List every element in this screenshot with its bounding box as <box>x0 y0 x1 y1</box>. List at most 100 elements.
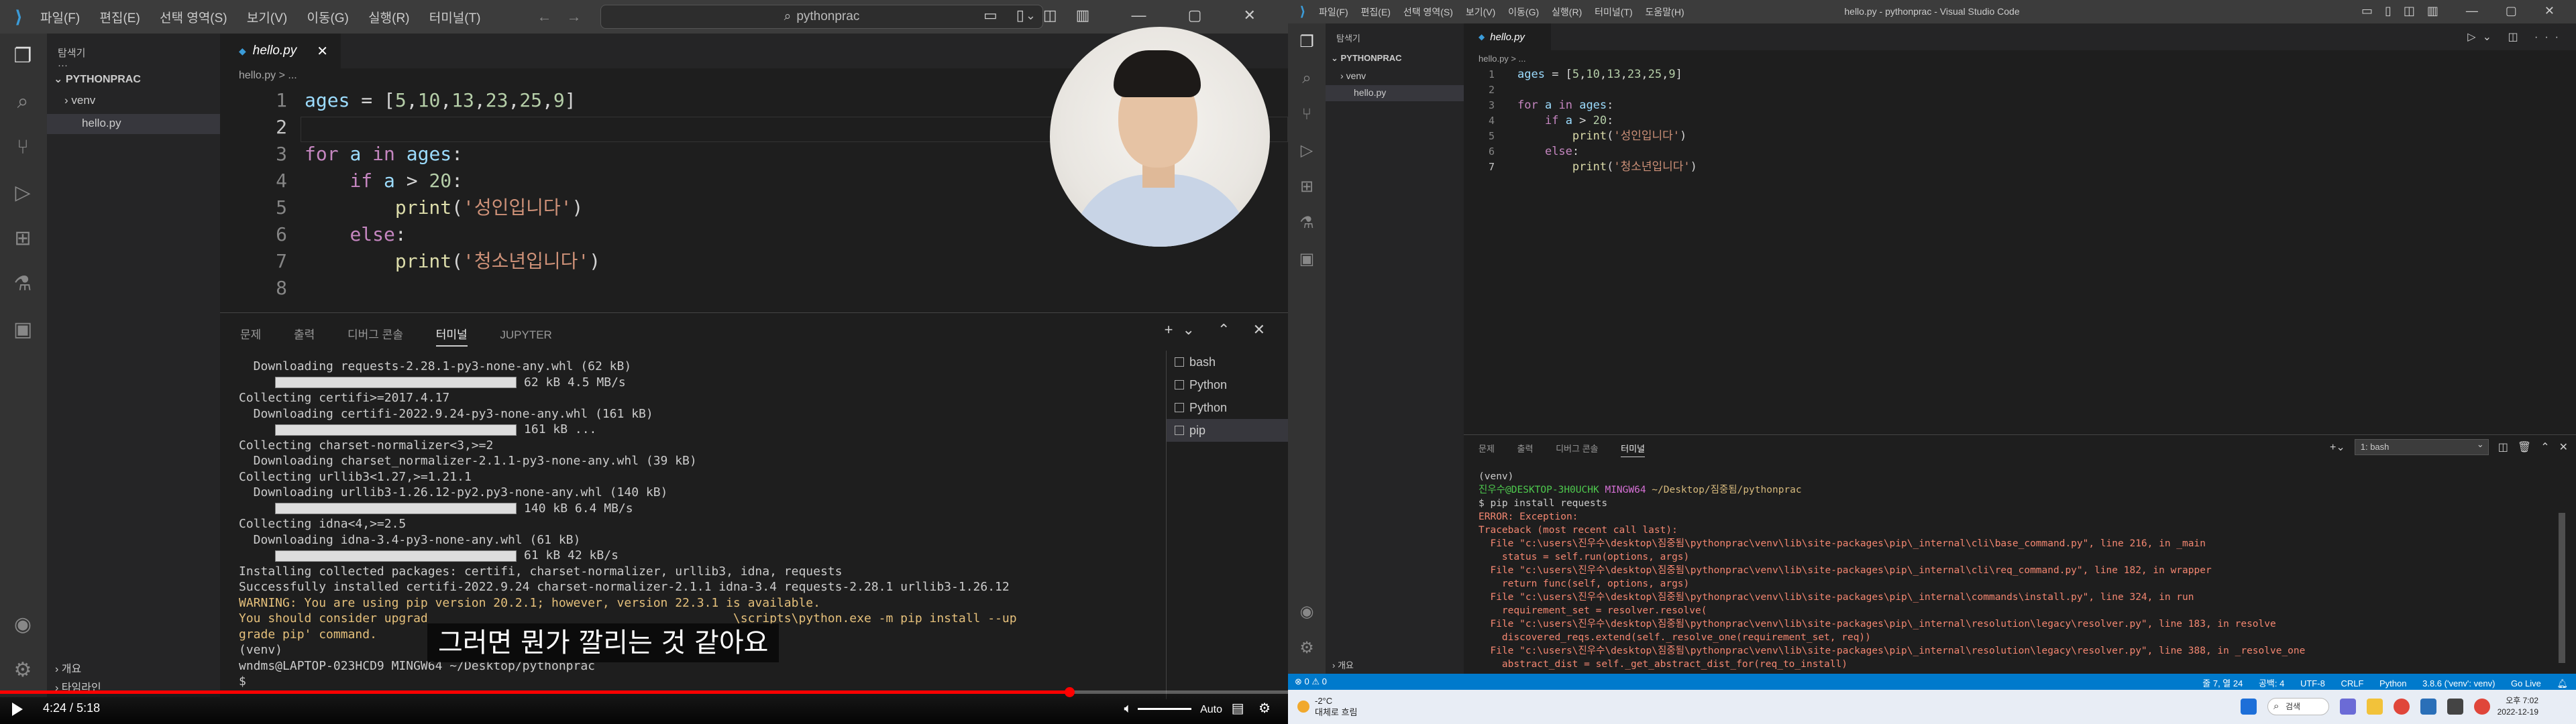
tab-jupyter[interactable]: JUPYTER <box>500 328 551 341</box>
menu-item-go[interactable]: 이동(G) <box>307 11 348 25</box>
problems-count[interactable]: ⊗ 0 ⚠ 0 <box>1295 676 1327 687</box>
file-explorer-icon[interactable] <box>2367 699 2383 715</box>
menu-item-view[interactable]: 보기(V) <box>1466 7 1495 17</box>
line-ending[interactable]: CRLF <box>2341 678 2363 688</box>
app-icon[interactable] <box>2447 699 2463 715</box>
terminal-item-bash[interactable]: bash <box>1167 351 1288 373</box>
weather-widget[interactable]: -2°C 대체로 흐림 <box>1297 695 1357 718</box>
remote-explorer-icon[interactable]: ▣ <box>1295 247 1319 272</box>
source-control-icon[interactable]: ⑂ <box>9 134 36 161</box>
terminal-scrollbar[interactable] <box>2559 513 2565 663</box>
play-icon[interactable] <box>12 703 23 716</box>
cursor-position[interactable]: 줄 7, 열 24 <box>2202 678 2243 688</box>
taskbar-search[interactable]: 검색 <box>2267 698 2329 715</box>
gear-icon[interactable]: ⚙ <box>1295 636 1319 660</box>
menu-item-terminal[interactable]: 터미널(T) <box>429 11 481 25</box>
tab-output[interactable]: 출력 <box>294 328 315 341</box>
tab-hello-py[interactable]: ◆ hello.py <box>1464 23 1551 50</box>
close-icon[interactable]: ✕ <box>317 43 328 60</box>
panel-controls[interactable]: +⌄ ⌃ ✕ <box>1165 321 1275 339</box>
nav-arrows-icon[interactable]: ←→ <box>537 8 596 25</box>
subtitles-icon[interactable]: ▤ <box>1232 701 1250 716</box>
indentation[interactable]: 공백: 4 <box>2259 678 2284 688</box>
volume-slider[interactable] <box>1137 708 1191 711</box>
taskbar-clock[interactable]: 오후 7:02 2022-12-19 <box>2498 695 2538 718</box>
window-controls[interactable]: ▭▯◫▥ — ▢ ✕ <box>983 7 1275 24</box>
menu-item-run[interactable]: 실행(R) <box>1552 7 1582 17</box>
remote-explorer-icon[interactable]: ▣ <box>9 316 36 343</box>
chrome-icon-2[interactable] <box>2474 699 2490 715</box>
split-terminal-icon[interactable]: ◫ <box>2498 440 2508 454</box>
project-folder[interactable]: ⌄ PYTHONPRAC <box>54 72 141 86</box>
extensions-icon[interactable]: ⊞ <box>9 225 36 252</box>
menu-item-go[interactable]: 이동(G) <box>1508 7 1539 17</box>
menu-item-edit[interactable]: 편집(E) <box>1361 7 1391 17</box>
terminal-item-pip[interactable]: pip <box>1167 419 1288 442</box>
menu-item-help[interactable]: 도움말(H) <box>1646 7 1684 17</box>
chrome-icon[interactable] <box>2394 699 2410 715</box>
tab-hello-py[interactable]: ◆ hello.py ✕ <box>220 34 341 68</box>
menu-item-edit[interactable]: 편집(E) <box>100 11 140 25</box>
auto-quality-label[interactable]: Auto <box>1200 704 1222 715</box>
encoding[interactable]: UTF-8 <box>2300 678 2325 688</box>
gear-icon[interactable]: ⚙ <box>9 657 36 684</box>
run-debug-icon[interactable]: ▷ <box>9 180 36 206</box>
terminal-select[interactable]: 1: bash <box>2354 437 2489 455</box>
settings-icon[interactable]: ⚙ <box>1258 701 1276 716</box>
bell-icon[interactable]: 🔔︎ <box>2557 678 2568 688</box>
tab-output[interactable]: 출력 <box>1517 444 1534 454</box>
account-icon[interactable]: ◉ <box>1295 600 1319 624</box>
menu-item-run[interactable]: 실행(R) <box>368 11 409 25</box>
tab-debug-console[interactable]: 디버그 콘솔 <box>347 328 403 341</box>
tree-item-hello-py[interactable]: hello.py <box>82 117 121 130</box>
search-icon[interactable]: ⌕ <box>1295 66 1319 90</box>
editor-actions[interactable]: ▷⌄ ◫ ··· <box>2467 30 2565 44</box>
command-center-search[interactable]: ⌕ pythonprac ⌄ <box>600 5 1043 29</box>
close-icon[interactable]: ✕ <box>2559 440 2568 454</box>
chat-icon[interactable] <box>2340 699 2356 715</box>
video-progress-bar[interactable] <box>0 687 1288 697</box>
testing-icon[interactable]: ⚗ <box>9 271 36 298</box>
tab-problems[interactable]: 문제 <box>1479 444 1495 454</box>
window-controls[interactable]: ▭▯◫▥ — ▢ ✕ <box>2361 4 2567 18</box>
tab-terminal[interactable]: 터미널 <box>1621 444 1646 457</box>
files-icon[interactable]: ❐ <box>9 43 36 70</box>
language-mode[interactable]: Python <box>2379 678 2406 688</box>
start-icon[interactable] <box>2241 699 2257 715</box>
python-interpreter[interactable]: 3.8.6 ('venv': venv) <box>2422 678 2495 688</box>
progress-knob[interactable] <box>1064 687 1075 697</box>
menu-item-file[interactable]: 파일(F) <box>40 11 80 25</box>
outline-section[interactable]: › 개요 <box>1332 658 1354 671</box>
tab-problems[interactable]: 문제 <box>240 328 261 341</box>
more-actions-icon[interactable]: ··· <box>47 48 68 71</box>
run-debug-icon[interactable]: ▷ <box>1295 139 1319 163</box>
account-icon[interactable]: ◉ <box>9 611 36 638</box>
outline-section[interactable]: › 개요 <box>55 660 81 676</box>
volume-icon[interactable]: 🔈︎ <box>1124 701 1138 716</box>
breadcrumb[interactable]: hello.py > ... <box>239 70 297 82</box>
testing-icon[interactable]: ⚗ <box>1295 211 1319 235</box>
files-icon[interactable]: ❐ <box>1295 30 1319 54</box>
source-control-icon[interactable]: ⑂ <box>1295 103 1319 127</box>
breadcrumb[interactable]: hello.py > ... <box>1479 54 1525 64</box>
menu-item-file[interactable]: 파일(F) <box>1319 7 1348 17</box>
extensions-icon[interactable]: ⊞ <box>1295 175 1319 199</box>
tree-item-venv[interactable]: › venv <box>1340 70 1366 81</box>
trash-icon[interactable]: 🗑︎ <box>2518 440 2531 454</box>
menu-item-selection[interactable]: 선택 영역(S) <box>160 11 227 25</box>
tree-item-venv[interactable]: › venv <box>64 94 95 107</box>
project-folder[interactable]: ⌄ PYTHONPRAC <box>1331 53 1402 64</box>
chevron-up-icon[interactable]: ⌃ <box>2540 440 2549 454</box>
tab-debug-console[interactable]: 디버그 콘솔 <box>1556 444 1598 454</box>
vscode-taskbar-icon[interactable] <box>2420 699 2436 715</box>
tab-terminal[interactable]: 터미널 <box>435 328 468 347</box>
search-icon[interactable]: ⌕ <box>9 88 36 115</box>
menu-item-view[interactable]: 보기(V) <box>247 11 287 25</box>
menu-item-terminal[interactable]: 터미널(T) <box>1595 7 1633 17</box>
new-terminal-icon[interactable]: +⌄ <box>2330 440 2345 454</box>
terminal-item-python-2[interactable]: Python <box>1167 396 1288 419</box>
tree-item-hello-py[interactable]: hello.py <box>1354 87 1386 98</box>
terminal-item-python[interactable]: Python <box>1167 373 1288 396</box>
go-live-button[interactable]: Go Live <box>2511 678 2541 688</box>
terminal-output[interactable]: (venv) 진우수@DESKTOP-3H0UCHK MINGW64 ~/Desk… <box>1479 470 2565 671</box>
